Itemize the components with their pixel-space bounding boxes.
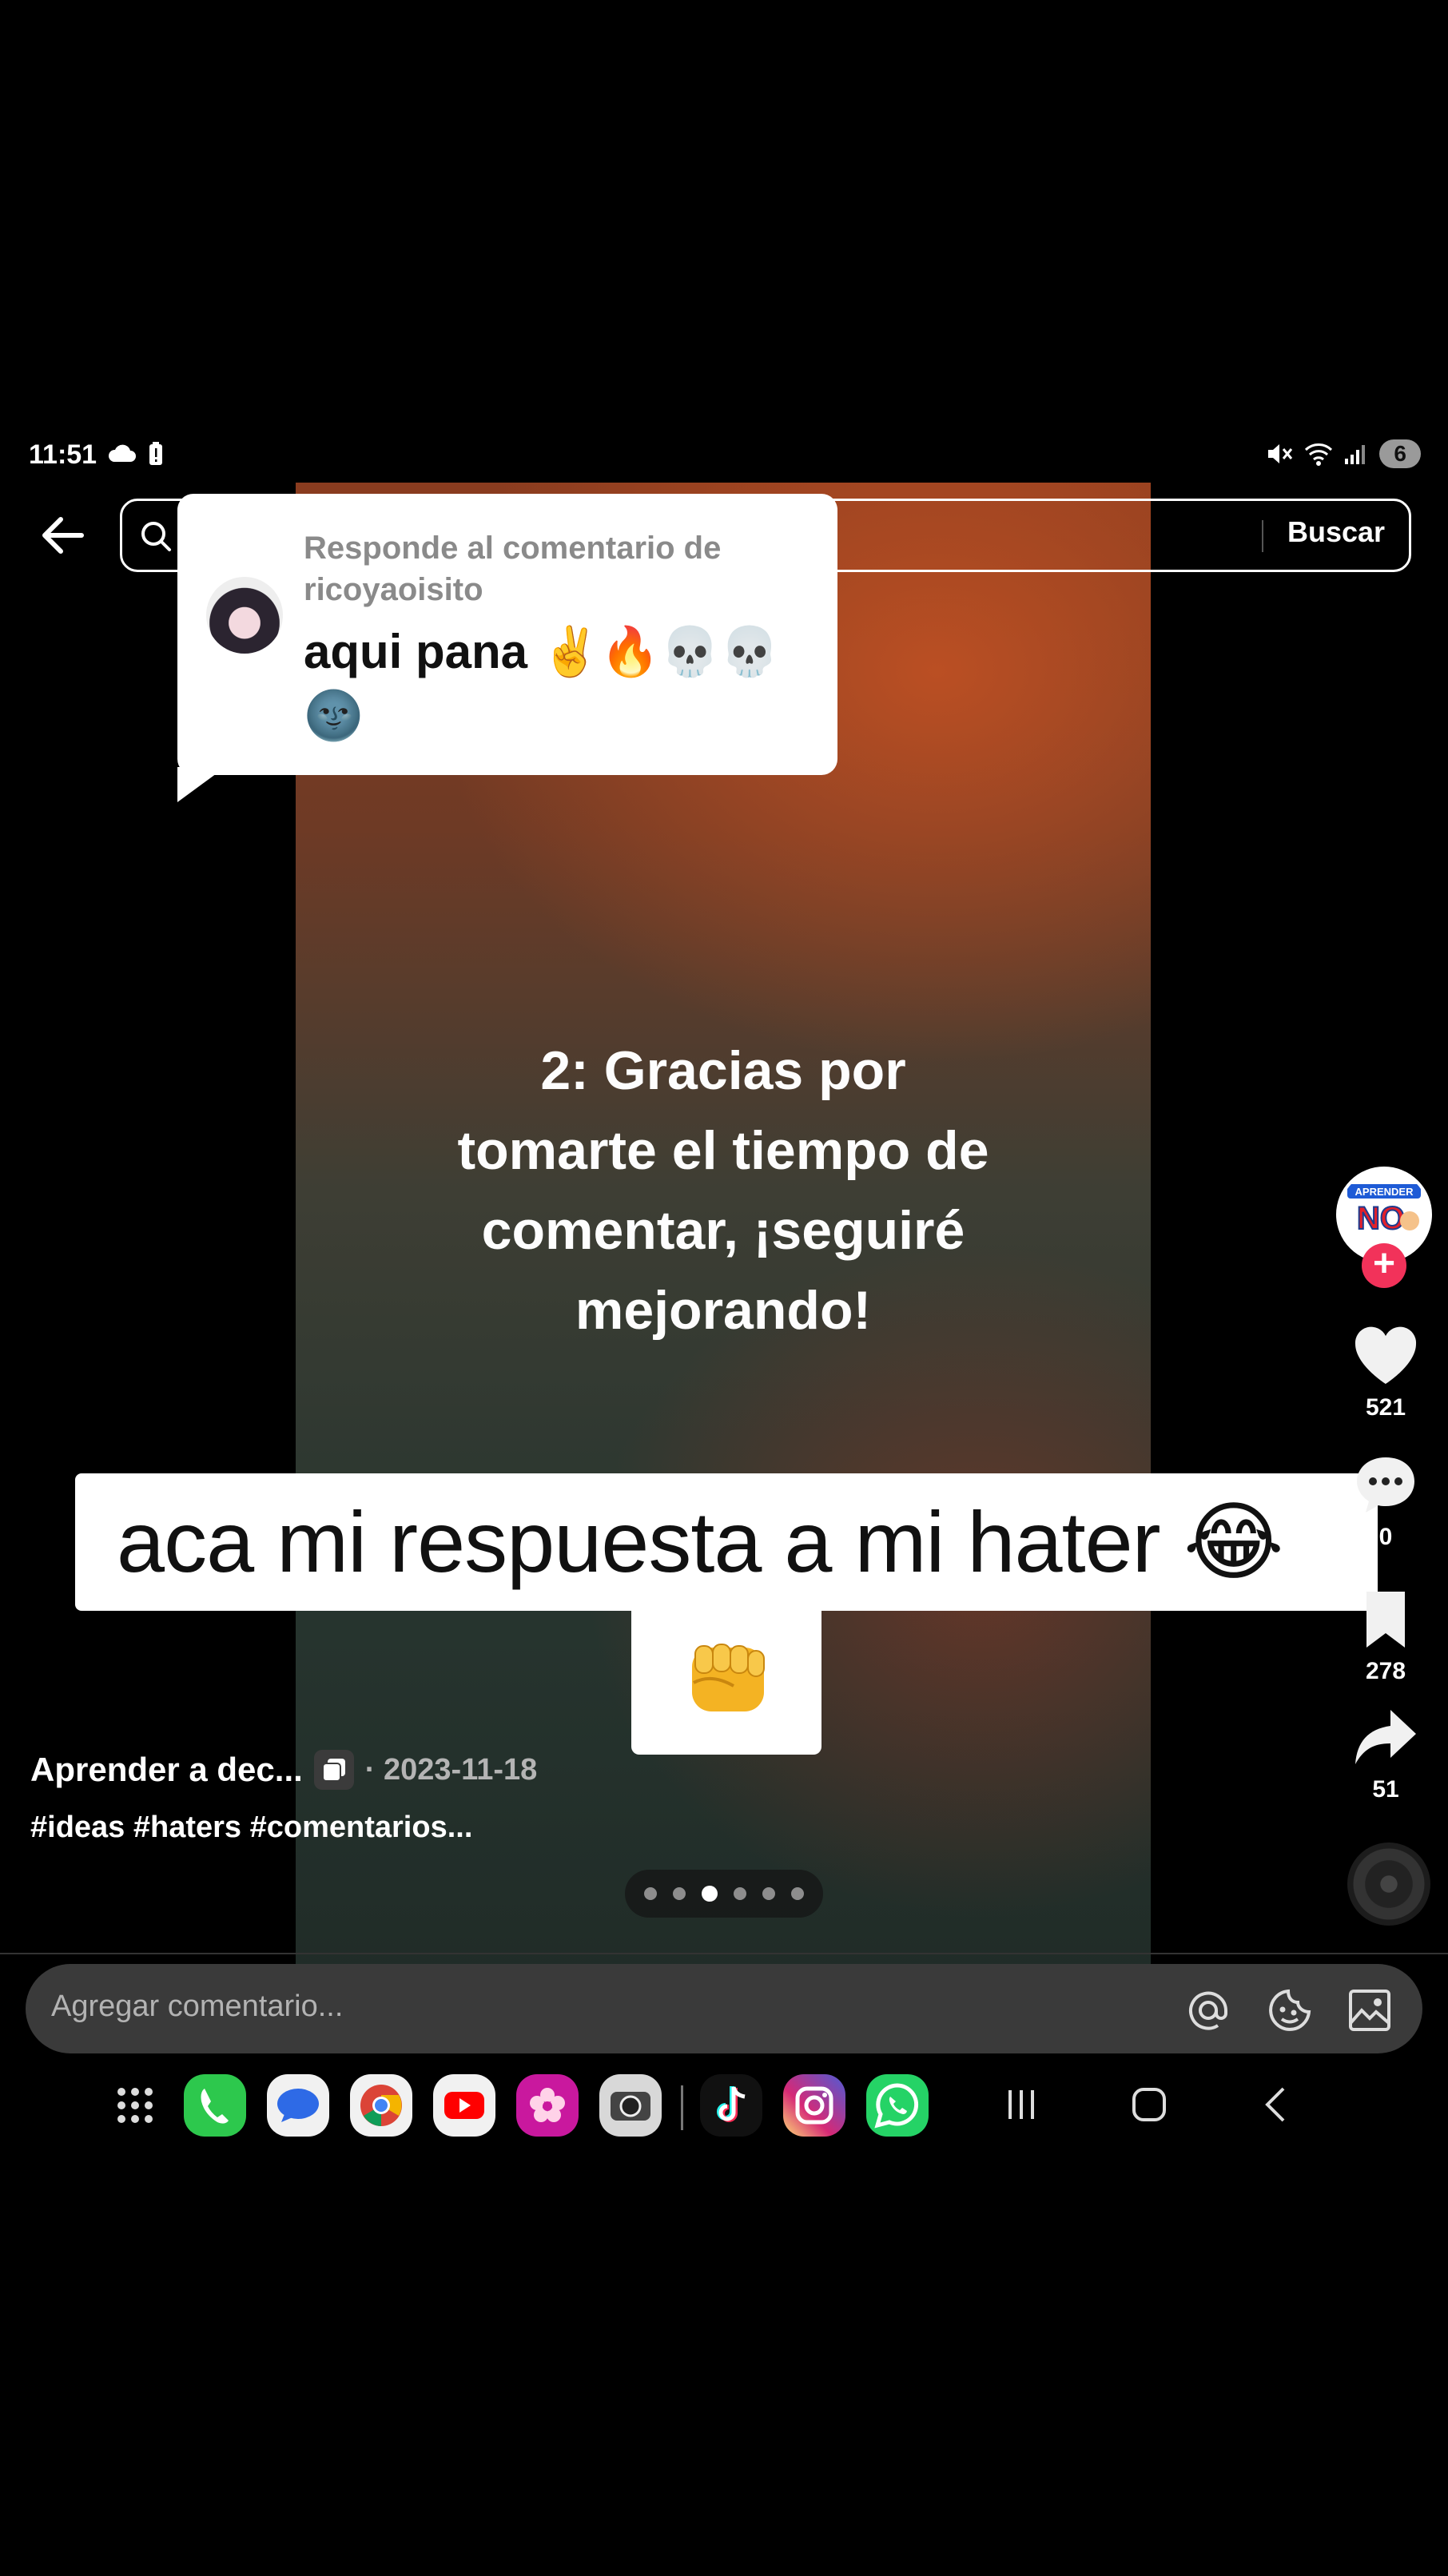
status-bar: 11:51 6	[0, 431, 1448, 479]
mention-icon[interactable]	[1186, 1988, 1231, 2033]
battery-indicator: 6	[1379, 439, 1421, 468]
status-right-icons: 6	[1266, 439, 1421, 468]
apps-grid-icon[interactable]	[104, 2074, 166, 2137]
signal-icon	[1345, 445, 1366, 464]
reply-label: Responde al comentario de ricoyaoisito	[304, 531, 722, 607]
chrome-app-icon[interactable]	[350, 2074, 412, 2137]
author-row: Aprender a dec... · 2023-11-18	[30, 1750, 537, 1790]
reply-comment-bubble[interactable]: Responde al comentario de ricoyaoisito a…	[177, 494, 837, 775]
carousel-dot	[762, 1887, 775, 1900]
like-count: 521	[1365, 1394, 1406, 1421]
messages-app-icon[interactable]	[267, 2074, 329, 2137]
carousel-dot	[702, 1886, 718, 1902]
back-arrow-icon[interactable]	[35, 507, 93, 564]
comment-bubble-icon	[1357, 1457, 1414, 1513]
youtube-app-icon[interactable]	[433, 2074, 495, 2137]
comment-count: 0	[1378, 1524, 1393, 1550]
post-hashtags[interactable]: #ideas #haters #comentarios...	[30, 1811, 472, 1845]
share-button[interactable]: 51	[1336, 1707, 1435, 1803]
home-icon[interactable]	[1127, 2082, 1172, 2127]
gallery-app-icon[interactable]	[516, 2074, 579, 2137]
search-icon	[141, 522, 171, 551]
search-button[interactable]: Buscar	[1287, 515, 1385, 549]
like-button[interactable]: 521	[1336, 1325, 1435, 1421]
battery-alert-icon	[149, 442, 162, 465]
nav-back-icon[interactable]	[1255, 2082, 1299, 2127]
carousel-dot	[734, 1887, 746, 1900]
sound-disc-icon[interactable]	[1347, 1843, 1430, 1926]
photo-carousel-icon	[313, 1750, 354, 1790]
camera-app-icon[interactable]	[599, 2074, 662, 2137]
comment-button[interactable]: 0	[1336, 1454, 1435, 1551]
commenter-avatar	[206, 577, 283, 654]
tiktok-app-icon[interactable]	[700, 2074, 762, 2137]
instagram-app-icon[interactable]	[783, 2074, 845, 2137]
carousel-dot	[644, 1887, 657, 1900]
recent-apps-icon[interactable]	[999, 2082, 1044, 2127]
dock-divider	[681, 2085, 683, 2130]
share-arrow-icon	[1355, 1710, 1416, 1764]
caption-text: aca mi respuesta a mi hater 😂	[117, 1493, 1284, 1590]
phone-app-icon[interactable]	[184, 2074, 246, 2137]
post-date: · 2023-11-18	[364, 1752, 538, 1787]
status-time: 11:51	[29, 439, 97, 470]
share-count: 51	[1372, 1776, 1399, 1803]
image-icon[interactable]	[1347, 1988, 1392, 2033]
bookmark-icon	[1366, 1592, 1405, 1648]
follow-plus-button[interactable]: +	[1362, 1243, 1406, 1288]
search-divider	[1262, 520, 1263, 552]
sticker-box	[631, 1606, 821, 1755]
carousel-dot	[791, 1887, 804, 1900]
comment-divider	[0, 1953, 1448, 1954]
android-dock	[0, 2068, 1448, 2148]
heart-icon	[1355, 1326, 1417, 1384]
comment-placeholder: Agregar comentario...	[51, 1990, 344, 2023]
save-count: 278	[1365, 1658, 1406, 1684]
cloud-icon	[108, 444, 136, 462]
svg-text:NO: NO	[1357, 1201, 1405, 1236]
svg-text:APRENDER: APRENDER	[1355, 1186, 1414, 1198]
video-overlay-text: 2: Gracias por tomarte el tiempo de come…	[457, 1040, 989, 1341]
caption-banner: aca mi respuesta a mi hater 😂	[75, 1473, 1378, 1611]
mute-icon	[1268, 444, 1293, 463]
screen: 2: Gracias por tomarte el tiempo de come…	[0, 0, 1448, 2576]
wifi-icon	[1305, 443, 1333, 466]
whatsapp-app-icon[interactable]	[866, 2074, 929, 2137]
reply-comment-text: aqui pana ✌️🔥💀💀🌚	[304, 625, 780, 742]
carousel-dot	[673, 1887, 686, 1900]
save-button[interactable]: 278	[1336, 1588, 1435, 1685]
emoji-sticker-icon[interactable]	[1267, 1988, 1312, 2033]
carousel-indicator	[625, 1870, 823, 1918]
status-left-icons	[107, 441, 165, 467]
fist-emoji-icon	[692, 1644, 765, 1711]
author-name[interactable]: Aprender a dec...	[30, 1751, 303, 1789]
comment-input[interactable]: Agregar comentario...	[26, 1964, 1422, 2053]
